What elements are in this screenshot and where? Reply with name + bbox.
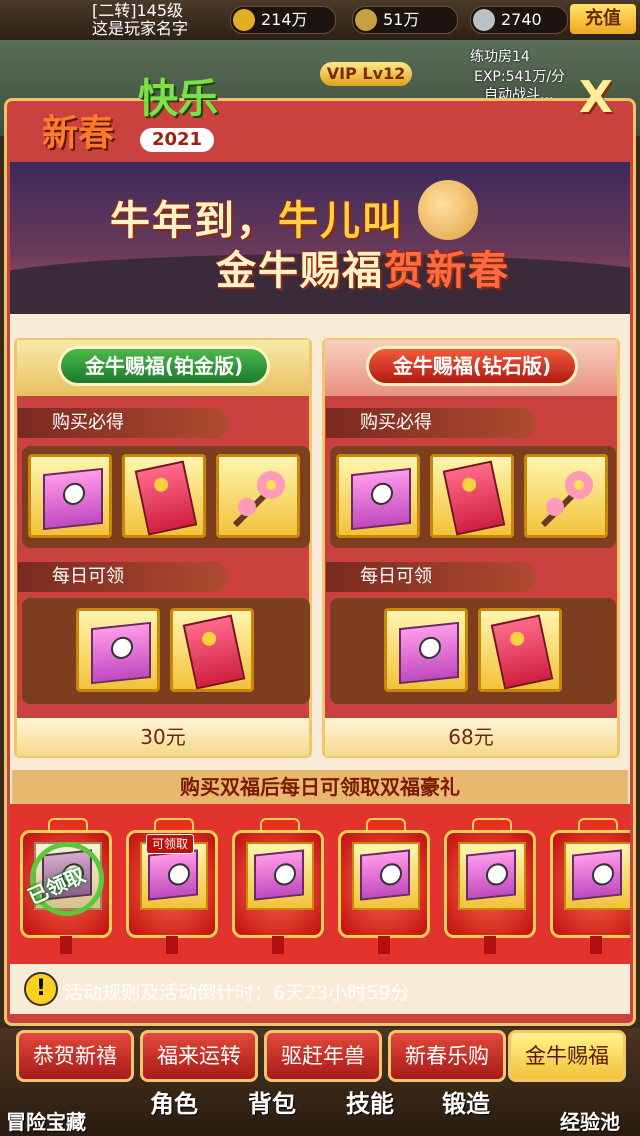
gift-box-icon — [148, 849, 198, 901]
package-name-platinum: 金牛赐福(铂金版) — [58, 346, 270, 386]
lantern-reward-6[interactable] — [550, 812, 630, 954]
vip-badge: VIP Lv12 — [320, 62, 412, 86]
rules-countdown[interactable]: 活动规则及活动倒计时：6天23小时59分 — [64, 980, 409, 1006]
buy-button-diamond[interactable]: 68元 — [325, 718, 617, 756]
plum-blossom-slot[interactable] — [216, 454, 300, 538]
red-envelope-slot[interactable] — [430, 454, 514, 538]
plum-blossom-icon — [540, 471, 593, 528]
coin-icon — [355, 9, 377, 31]
red-envelope-slot[interactable] — [122, 454, 206, 538]
nav-exp-pool[interactable]: 经验池 — [560, 1106, 620, 1135]
section-daily-label: 每日可领 — [326, 562, 536, 592]
plum-blossom-icon — [232, 471, 285, 528]
coin-counter: 51万 — [352, 6, 458, 34]
gem-icon — [473, 9, 495, 31]
reward-slot — [352, 842, 420, 910]
banner-line-2: 金牛赐福贺新春 — [216, 248, 510, 294]
reward-slot — [246, 842, 314, 910]
nav-bag[interactable]: 背包 — [248, 1084, 296, 1119]
gift-box-icon — [351, 467, 411, 531]
plum-blossom-slot[interactable] — [524, 454, 608, 538]
room-name: 练功房14 — [470, 49, 530, 65]
section-daily-label: 每日可领 — [18, 562, 228, 592]
red-envelope-icon — [134, 460, 198, 536]
section-buy-label: 购买必得 — [18, 408, 228, 438]
lantern-reward-1[interactable]: 已领取 — [20, 812, 112, 954]
gift-box-icon — [91, 621, 151, 685]
lantern-reward-2[interactable]: 可领取 — [126, 812, 218, 954]
tab-greeting[interactable]: 恭贺新禧 — [16, 1030, 134, 1082]
nav-forge[interactable]: 锻造 — [442, 1084, 490, 1119]
package-name-diamond: 金牛赐福(钻石版) — [366, 346, 578, 386]
room-exp: EXP:541万/分 — [474, 69, 566, 85]
tab-fortune[interactable]: 福来运转 — [140, 1030, 258, 1082]
gold-counter: 214万 — [230, 6, 336, 34]
event-title-happy: 快乐 — [138, 76, 218, 122]
event-year-badge: 2021 — [140, 128, 214, 152]
buy-button-platinum[interactable]: 30元 — [17, 718, 309, 756]
warning-icon[interactable]: ! — [24, 972, 58, 1006]
lantern-reward-4[interactable] — [338, 812, 430, 954]
gift-box-icon — [360, 849, 410, 901]
player-name: 这是玩家名字 — [92, 19, 189, 38]
gift-box-slot[interactable] — [76, 608, 160, 692]
red-envelope-slot[interactable] — [170, 608, 254, 692]
red-envelope-icon — [490, 614, 554, 690]
gift-box-icon — [572, 849, 622, 901]
gem-counter: 2740 — [470, 6, 568, 34]
player-rank: [二转]145级 — [92, 1, 184, 20]
nav-skills[interactable]: 技能 — [346, 1084, 394, 1119]
lantern-reward-3[interactable] — [232, 812, 324, 954]
recharge-button[interactable]: 充值 — [570, 4, 636, 34]
gift-box-slot[interactable] — [336, 454, 420, 538]
nav-adventure[interactable]: 冒险宝藏 — [6, 1106, 86, 1135]
reward-slot — [564, 842, 630, 910]
gift-box-icon — [254, 849, 304, 901]
section-buy-label: 购买必得 — [326, 408, 536, 438]
red-envelope-icon — [182, 614, 246, 690]
gold-icon — [233, 9, 255, 31]
reward-slot — [458, 842, 526, 910]
golden-ox-icon — [418, 180, 478, 240]
nav-character[interactable]: 角色 — [150, 1084, 198, 1119]
gift-box-icon — [43, 467, 103, 531]
daily-items-tray — [22, 598, 310, 704]
event-title-new: 新春 — [42, 113, 115, 154]
daily-items-tray — [330, 598, 616, 704]
tab-golden-ox[interactable]: 金牛赐福 — [508, 1030, 626, 1082]
gift-box-icon — [466, 849, 516, 901]
close-button[interactable]: X — [570, 72, 622, 124]
red-envelope-icon — [442, 460, 506, 536]
claimable-badge: 可领取 — [146, 834, 195, 854]
bonus-header: 购买双福后每日可领取双福豪礼 — [12, 770, 628, 804]
tab-beast[interactable]: 驱赶年兽 — [264, 1030, 382, 1082]
gift-box-slot[interactable] — [28, 454, 112, 538]
gift-box-icon — [399, 621, 459, 685]
gift-box-slot[interactable] — [384, 608, 468, 692]
red-envelope-slot[interactable] — [478, 608, 562, 692]
lantern-reward-5[interactable] — [444, 812, 536, 954]
tab-shop[interactable]: 新春乐购 — [388, 1030, 506, 1082]
